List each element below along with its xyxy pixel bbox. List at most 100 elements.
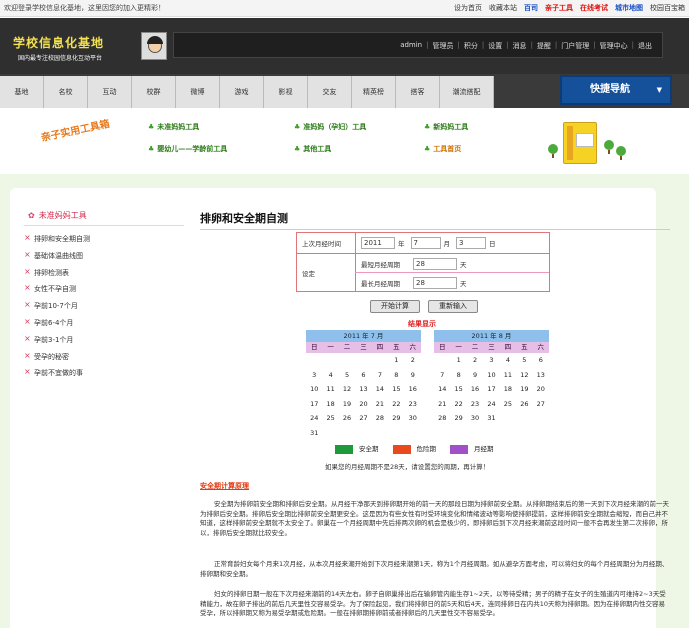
calendar-day[interactable]: 22 [388,397,404,412]
nav-item[interactable]: 搭客 [396,76,440,108]
calendar-day[interactable]: 1 [450,353,466,368]
calendar-day[interactable]: 13 [355,382,371,397]
year-input[interactable]: 2011 [361,237,395,249]
calendar-day[interactable]: 10 [483,368,499,383]
calendar-day[interactable]: 16 [467,382,483,397]
calendar-day[interactable]: 25 [500,397,516,412]
calendar-day[interactable]: 28 [434,411,450,426]
toolbox-link[interactable]: ♣ 工具首页 [424,144,461,154]
calendar-day[interactable]: 8 [450,368,466,383]
reset-button[interactable]: 重新输入 [428,300,478,313]
calendar-day[interactable]: 26 [516,397,532,412]
calendar-day[interactable]: 11 [322,382,338,397]
toolbox-link[interactable]: ♣ 未准妈妈工具 [148,122,199,132]
calendar-day[interactable]: 19 [339,397,355,412]
toolbox-link[interactable]: ♣ 新妈妈工具 [424,122,468,132]
longest-cycle-input[interactable]: 28 [413,277,457,289]
calendar-day[interactable]: 24 [483,397,499,412]
calendar-day[interactable]: 30 [467,411,483,426]
user-link[interactable]: 消息 [513,41,527,51]
calendar-day[interactable]: 17 [306,397,322,412]
sidebar-item[interactable]: 孕前不宜做的事 [24,367,184,385]
calendar-day[interactable]: 6 [533,353,549,368]
calendar-day[interactable]: 9 [467,368,483,383]
calendar-day[interactable]: 23 [467,397,483,412]
top-link[interactable]: 在线考试 [580,0,608,17]
nav-item[interactable]: 影视 [264,76,308,108]
calendar-day[interactable]: 28 [372,411,388,426]
calendar-day[interactable]: 21 [434,397,450,412]
calendar-day[interactable]: 31 [306,426,322,441]
calendar-day[interactable]: 14 [372,382,388,397]
shortest-cycle-input[interactable]: 28 [413,258,457,270]
calendar-day[interactable]: 16 [405,382,421,397]
user-link[interactable]: 提醒 [537,41,551,51]
sidebar-item[interactable]: 女性不孕自测 [24,283,184,301]
top-link[interactable]: 设为首页 [454,0,482,17]
calendar-day[interactable]: 22 [450,397,466,412]
calendar-day[interactable]: 9 [405,368,421,383]
sidebar-item[interactable]: 排卵和安全期自测 [24,233,184,251]
sidebar-item[interactable]: 孕前10-7个月 [24,300,184,318]
sidebar-item[interactable]: 孕前6-4个月 [24,317,184,335]
calculate-button[interactable]: 开始计算 [370,300,420,313]
calendar-day[interactable]: 30 [405,411,421,426]
calendar-day[interactable]: 10 [306,382,322,397]
calendar-day[interactable]: 27 [355,411,371,426]
calendar-day[interactable]: 18 [500,382,516,397]
month-input[interactable]: 7 [410,237,441,249]
calendar-day[interactable]: 2 [405,353,421,368]
top-link[interactable]: 亲子工具 [545,0,573,17]
calendar-day[interactable]: 20 [355,397,371,412]
calendar-day[interactable]: 20 [533,382,549,397]
nav-item[interactable]: 精英榜 [352,76,396,108]
calendar-day[interactable]: 15 [388,382,404,397]
calendar-day[interactable]: 1 [388,353,404,368]
calendar-day[interactable]: 27 [533,397,549,412]
calendar-day[interactable]: 3 [483,353,499,368]
calendar-day[interactable]: 3 [306,368,322,383]
quick-nav-button[interactable]: 快捷导航 ▼ [560,75,672,105]
sidebar-item[interactable]: 基础体温曲线图 [24,250,184,268]
calendar-day[interactable]: 6 [355,368,371,383]
toolbox-link[interactable]: ♣ 其他工具 [294,144,331,154]
calendar-day[interactable]: 7 [434,368,450,383]
calendar-day[interactable]: 25 [322,411,338,426]
calendar-day[interactable]: 8 [388,368,404,383]
calendar-day[interactable]: 29 [388,411,404,426]
nav-item[interactable]: 交友 [308,76,352,108]
user-link[interactable]: 退出 [638,41,652,51]
nav-item[interactable]: 校群 [132,76,176,108]
calendar-day[interactable]: 17 [483,382,499,397]
calendar-day[interactable]: 4 [500,353,516,368]
sidebar-item[interactable]: 排卵检测表 [24,267,184,285]
sidebar-item[interactable]: 受孕的秘密 [24,351,184,369]
user-link[interactable]: 管理中心 [600,41,628,51]
avatar[interactable] [141,32,167,60]
calendar-day[interactable]: 29 [450,411,466,426]
calendar-day[interactable]: 5 [339,368,355,383]
nav-item[interactable]: 基地 [0,76,44,108]
calendar-day[interactable]: 5 [516,353,532,368]
calendar-day[interactable]: 15 [450,382,466,397]
user-link[interactable]: 门户管理 [561,41,589,51]
calendar-day[interactable]: 18 [322,397,338,412]
sidebar-item[interactable]: 孕前3-1个月 [24,334,184,352]
top-link[interactable]: 百司 [524,0,538,17]
calendar-day[interactable]: 12 [516,368,532,383]
calendar-day[interactable]: 31 [483,411,499,426]
top-link[interactable]: 城市地图 [615,0,643,17]
calendar-day[interactable]: 21 [372,397,388,412]
calendar-day[interactable]: 12 [339,382,355,397]
calendar-day[interactable]: 7 [372,368,388,383]
calendar-day[interactable]: 24 [306,411,322,426]
user-link[interactable]: 管理员 [432,41,453,51]
day-input[interactable]: 3 [456,237,486,249]
user-link[interactable]: 设置 [488,41,502,51]
calendar-day[interactable]: 11 [500,368,516,383]
nav-item[interactable]: 互动 [88,76,132,108]
calendar-day[interactable]: 14 [434,382,450,397]
calendar-day[interactable]: 26 [339,411,355,426]
top-link[interactable]: 校园百宝箱 [650,0,685,17]
calendar-day[interactable]: 2 [467,353,483,368]
